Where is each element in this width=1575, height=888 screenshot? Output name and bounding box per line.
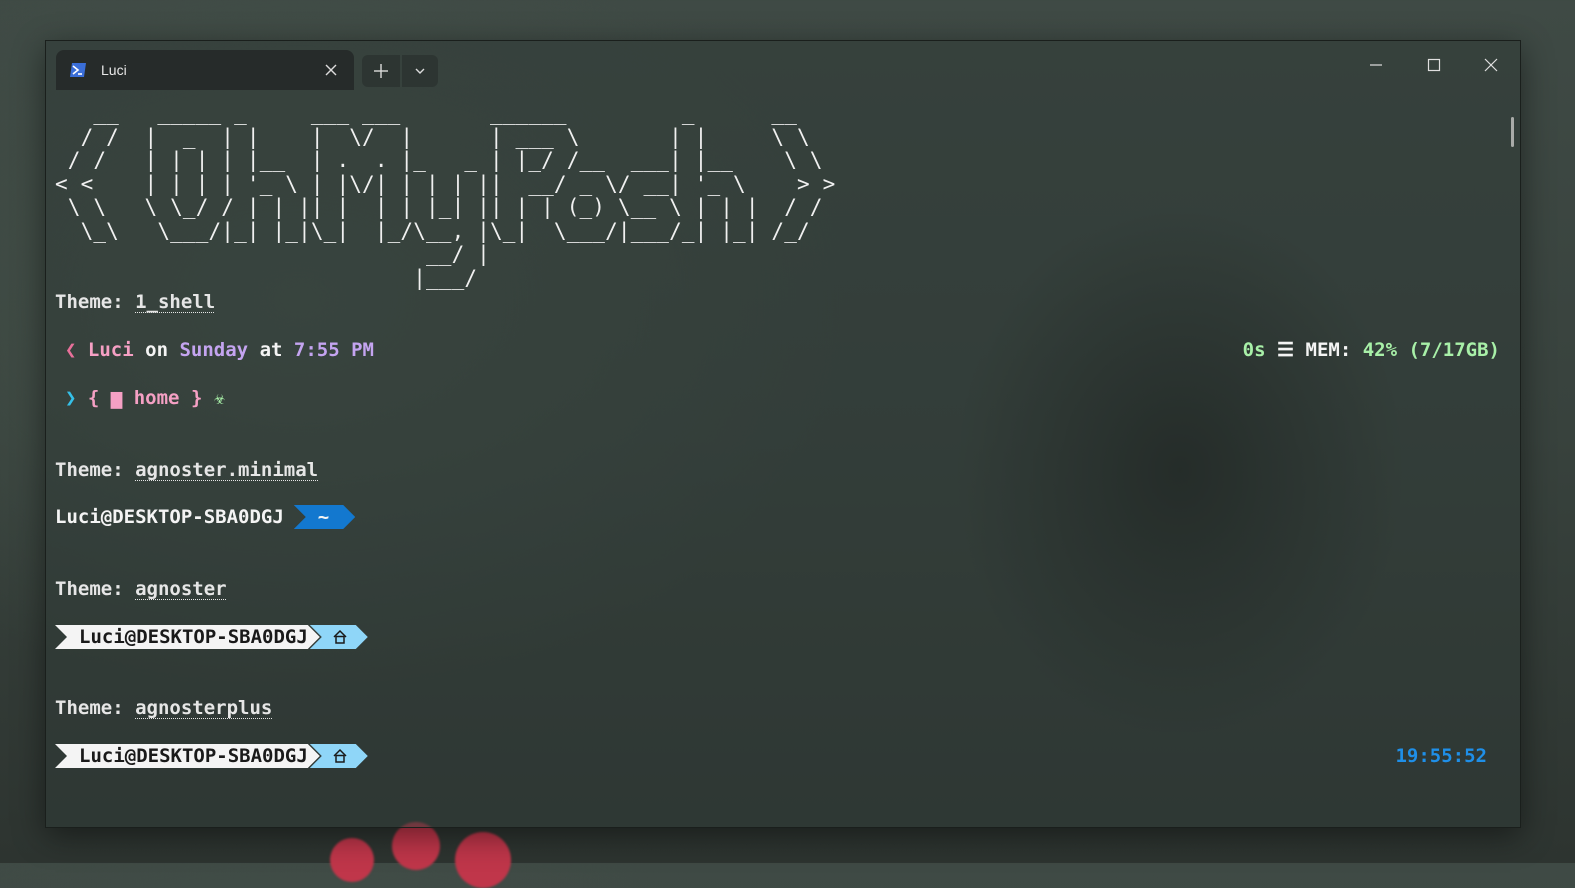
theme-heading-agnoster-minimal: Theme: agnoster.minimal bbox=[55, 459, 319, 481]
close-tab-icon[interactable] bbox=[324, 63, 338, 77]
theme-heading-1-shell: Theme: 1_shell bbox=[55, 291, 216, 313]
user-host-segment: Luci@DESKTOP-SBA0DGJ bbox=[55, 744, 320, 768]
theme-heading-agnosterplus: Theme: agnosterplus bbox=[55, 697, 273, 719]
tab-luci[interactable]: Luci bbox=[56, 50, 354, 90]
maximize-icon bbox=[1427, 58, 1441, 72]
terminal-window: Luci __ _____ _ ___ ___ ______ _ __ / / … bbox=[45, 40, 1521, 828]
path-segment: ~ bbox=[294, 505, 355, 529]
biohazard-icon: ☣ bbox=[213, 387, 226, 409]
background-bokeh bbox=[330, 838, 374, 882]
title-bar[interactable]: Luci bbox=[46, 41, 1520, 91]
tab-title: Luci bbox=[101, 62, 127, 78]
user-host-segment: Luci@DESKTOP-SBA0DGJ bbox=[55, 625, 320, 649]
background-bokeh bbox=[455, 832, 511, 888]
clock-time: 19:55:52 bbox=[1395, 745, 1487, 767]
chevron-right-icon: ❯ bbox=[65, 387, 77, 409]
close-window-button[interactable] bbox=[1467, 51, 1515, 79]
minimize-button[interactable] bbox=[1352, 51, 1400, 79]
chevron-down-icon bbox=[415, 68, 425, 74]
prompt-1-shell-line1: ❮ Luci on Sunday at 7:55 PM bbox=[65, 339, 374, 361]
prompt-1-shell-right: 0s ☰ MEM: 42% (7/17GB) bbox=[1242, 339, 1500, 361]
theme-heading-agnoster: Theme: agnoster bbox=[55, 578, 227, 600]
oh-my-posh-banner: __ _____ _ ___ ___ ______ _ __ / / | _ |… bbox=[55, 101, 836, 290]
scrollbar-thumb[interactable] bbox=[1511, 117, 1514, 147]
prompt-agnoster: Luci@DESKTOP-SBA0DGJ bbox=[55, 625, 368, 649]
powershell-icon bbox=[70, 63, 86, 77]
home-icon bbox=[332, 748, 348, 764]
folder-icon: ▆ bbox=[110, 387, 123, 409]
memory-icon: ☰ bbox=[1277, 339, 1295, 361]
terminal-content[interactable]: __ _____ _ ___ ___ ______ _ __ / / | _ |… bbox=[55, 96, 1500, 827]
prompt-1-shell-line2: ❯ { ▆ home } ☣ bbox=[65, 387, 226, 409]
plus-icon bbox=[374, 64, 388, 78]
maximize-button[interactable] bbox=[1410, 51, 1458, 79]
close-icon bbox=[1484, 58, 1498, 72]
prompt-agnosterplus: Luci@DESKTOP-SBA0DGJ bbox=[55, 744, 368, 768]
chevron-left-icon: ❮ bbox=[65, 339, 77, 361]
home-icon bbox=[332, 629, 348, 645]
minimize-icon bbox=[1370, 64, 1382, 66]
new-tab-button[interactable] bbox=[362, 55, 400, 87]
prompt-agnoster-minimal: Luci@DESKTOP-SBA0DGJ ~ bbox=[55, 505, 355, 529]
tab-dropdown-button[interactable] bbox=[402, 55, 438, 87]
